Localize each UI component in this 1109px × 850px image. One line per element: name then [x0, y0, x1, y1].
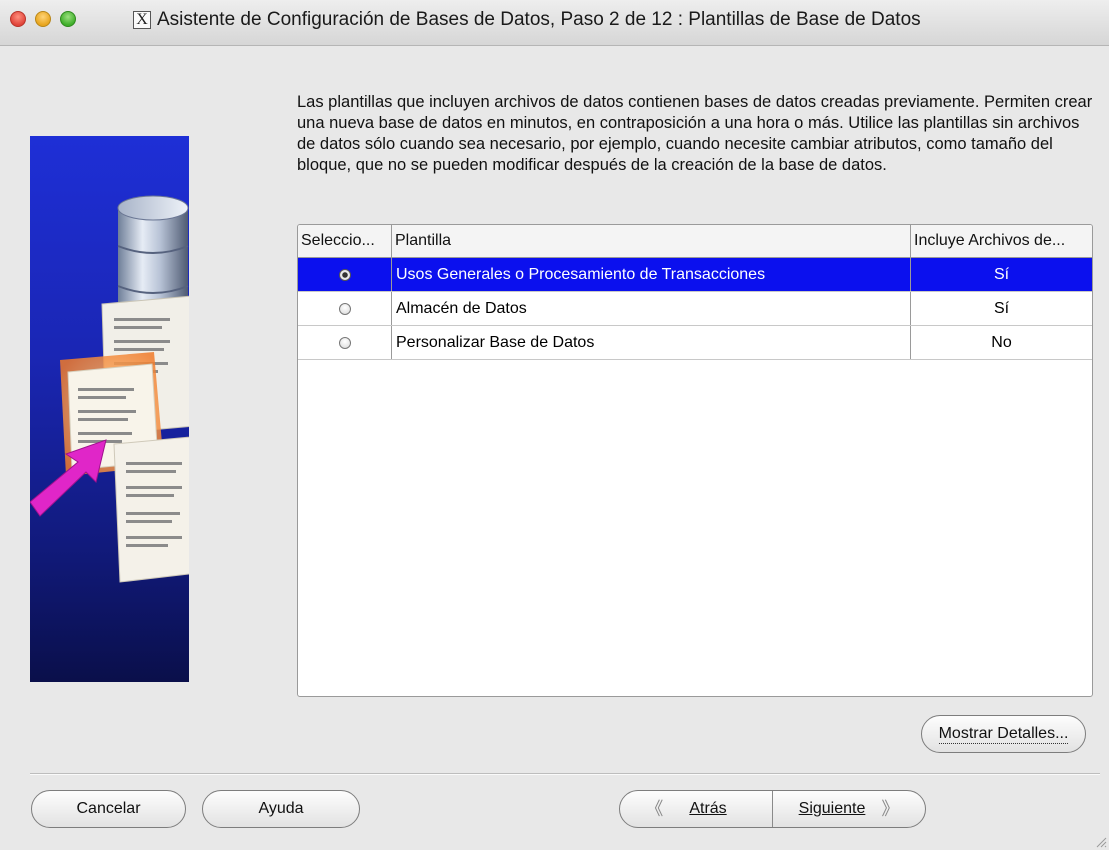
chevron-left-icon: 《 [645, 799, 664, 819]
navigation-button-group: 《 Atrás Siguiente 》 [619, 790, 926, 828]
template-name: Usos Generales o Procesamiento de Transa… [392, 258, 911, 291]
back-label: Atrás [689, 800, 727, 817]
x11-app-icon: X [133, 11, 151, 29]
zoom-window-button[interactable] [60, 11, 76, 27]
radio-button[interactable] [338, 302, 351, 315]
show-details-label: Mostrar Detalles... [938, 725, 1069, 744]
includes-datafiles-value: Sí [993, 266, 1010, 283]
radio-button-selected[interactable] [338, 268, 351, 281]
select-cell[interactable] [298, 292, 392, 325]
includes-datafiles-value: No [991, 334, 1012, 351]
next-button[interactable]: Siguiente 》 [773, 791, 925, 827]
column-header-select[interactable]: Seleccio... [298, 225, 392, 257]
chevron-right-icon: 》 [881, 799, 900, 819]
document-icon [113, 436, 189, 583]
wizard-illustration [30, 136, 189, 682]
templates-table[interactable]: Seleccio... Plantilla Incluye Archivos d… [297, 224, 1093, 697]
radio-button[interactable] [338, 336, 351, 349]
resize-grip-icon[interactable] [1095, 836, 1107, 848]
back-button[interactable]: 《 Atrás [620, 791, 773, 827]
select-cell[interactable] [298, 258, 392, 291]
footer-divider [30, 773, 1100, 775]
column-header-template[interactable]: Plantilla [392, 225, 911, 257]
window-title: Asistente de Configuración de Bases de D… [157, 9, 921, 30]
minimize-window-button[interactable] [35, 11, 51, 27]
next-label: Siguiente [798, 800, 866, 817]
show-details-button[interactable]: Mostrar Detalles... [921, 715, 1086, 753]
table-row[interactable]: Almacén de Datos Sí [298, 292, 1092, 326]
help-button[interactable]: Ayuda [202, 790, 360, 828]
table-row[interactable]: Personalizar Base de Datos No [298, 326, 1092, 360]
cancel-button[interactable]: Cancelar [31, 790, 186, 828]
title-bar: X Asistente de Configuración de Bases de… [0, 0, 1109, 46]
table-header: Seleccio... Plantilla Incluye Archivos d… [298, 225, 1092, 258]
database-documents-illustration [30, 195, 189, 583]
select-cell[interactable] [298, 326, 392, 359]
column-header-includes-datafiles[interactable]: Incluye Archivos de... [911, 225, 1092, 257]
template-name: Personalizar Base de Datos [392, 326, 911, 359]
close-window-button[interactable] [10, 11, 26, 27]
template-description: Las plantillas que incluyen archivos de … [297, 93, 1093, 174]
template-name: Almacén de Datos [392, 292, 911, 325]
table-row[interactable]: Usos Generales o Procesamiento de Transa… [298, 258, 1092, 292]
includes-datafiles-value: Sí [993, 300, 1010, 317]
